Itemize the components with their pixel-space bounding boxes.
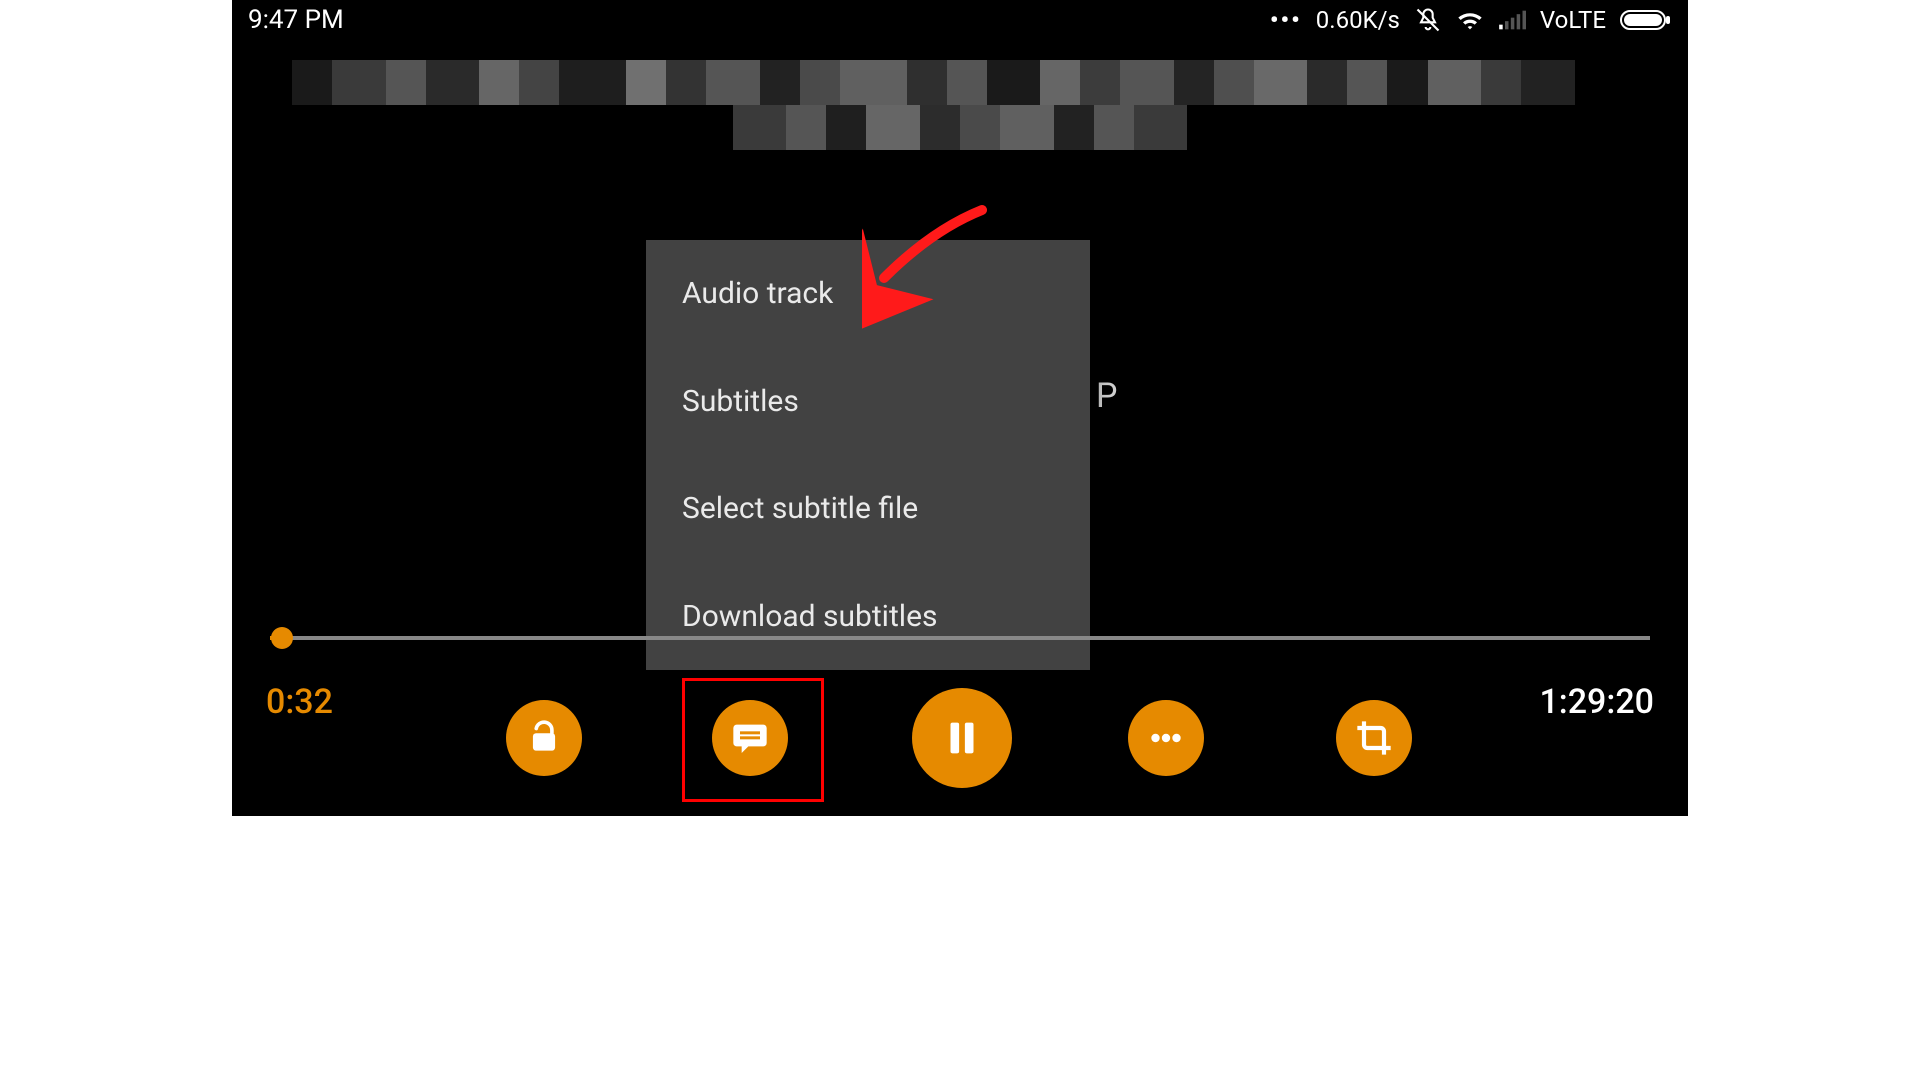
signal-icon bbox=[1498, 8, 1526, 32]
more-icon: ••• bbox=[1270, 6, 1302, 34]
subtitles-button[interactable] bbox=[712, 700, 788, 776]
video-player-screen: 9:47 PM ••• 0.60K/s bbox=[232, 0, 1688, 816]
network-label: VoLTE bbox=[1540, 6, 1606, 34]
overlay-character: P bbox=[1096, 376, 1117, 416]
battery-icon bbox=[1620, 8, 1672, 32]
menu-item-subtitles[interactable]: Subtitles bbox=[646, 348, 1090, 456]
menu-item-audio-track[interactable]: Audio track bbox=[646, 240, 1090, 348]
time-duration: 1:29:20 bbox=[1539, 682, 1654, 722]
lock-button[interactable] bbox=[506, 700, 582, 776]
network-speed: 0.60K/s bbox=[1316, 6, 1400, 34]
unlock-icon bbox=[525, 719, 563, 757]
status-bar: 9:47 PM ••• 0.60K/s bbox=[232, 0, 1688, 40]
ringer-mute-icon bbox=[1414, 6, 1442, 34]
seek-bar[interactable] bbox=[270, 636, 1650, 640]
pause-icon bbox=[939, 715, 985, 761]
crop-icon bbox=[1354, 718, 1394, 758]
more-options-button[interactable] bbox=[1128, 700, 1204, 776]
subtitle-icon bbox=[730, 718, 770, 758]
menu-item-download-subtitles[interactable]: Download subtitles bbox=[646, 563, 1090, 671]
wifi-icon bbox=[1456, 8, 1484, 32]
more-horizontal-icon bbox=[1145, 717, 1187, 759]
censored-title bbox=[292, 60, 1628, 155]
time-current: 0:32 bbox=[266, 682, 333, 722]
crop-button[interactable] bbox=[1336, 700, 1412, 776]
status-clock: 9:47 PM bbox=[248, 5, 344, 35]
seek-thumb[interactable] bbox=[271, 627, 293, 649]
menu-item-select-subtitle-file[interactable]: Select subtitle file bbox=[646, 455, 1090, 563]
status-right: ••• 0.60K/s bbox=[1270, 6, 1672, 34]
pause-button[interactable] bbox=[912, 688, 1012, 788]
subtitle-audio-menu: Audio track Subtitles Select subtitle fi… bbox=[646, 240, 1090, 670]
